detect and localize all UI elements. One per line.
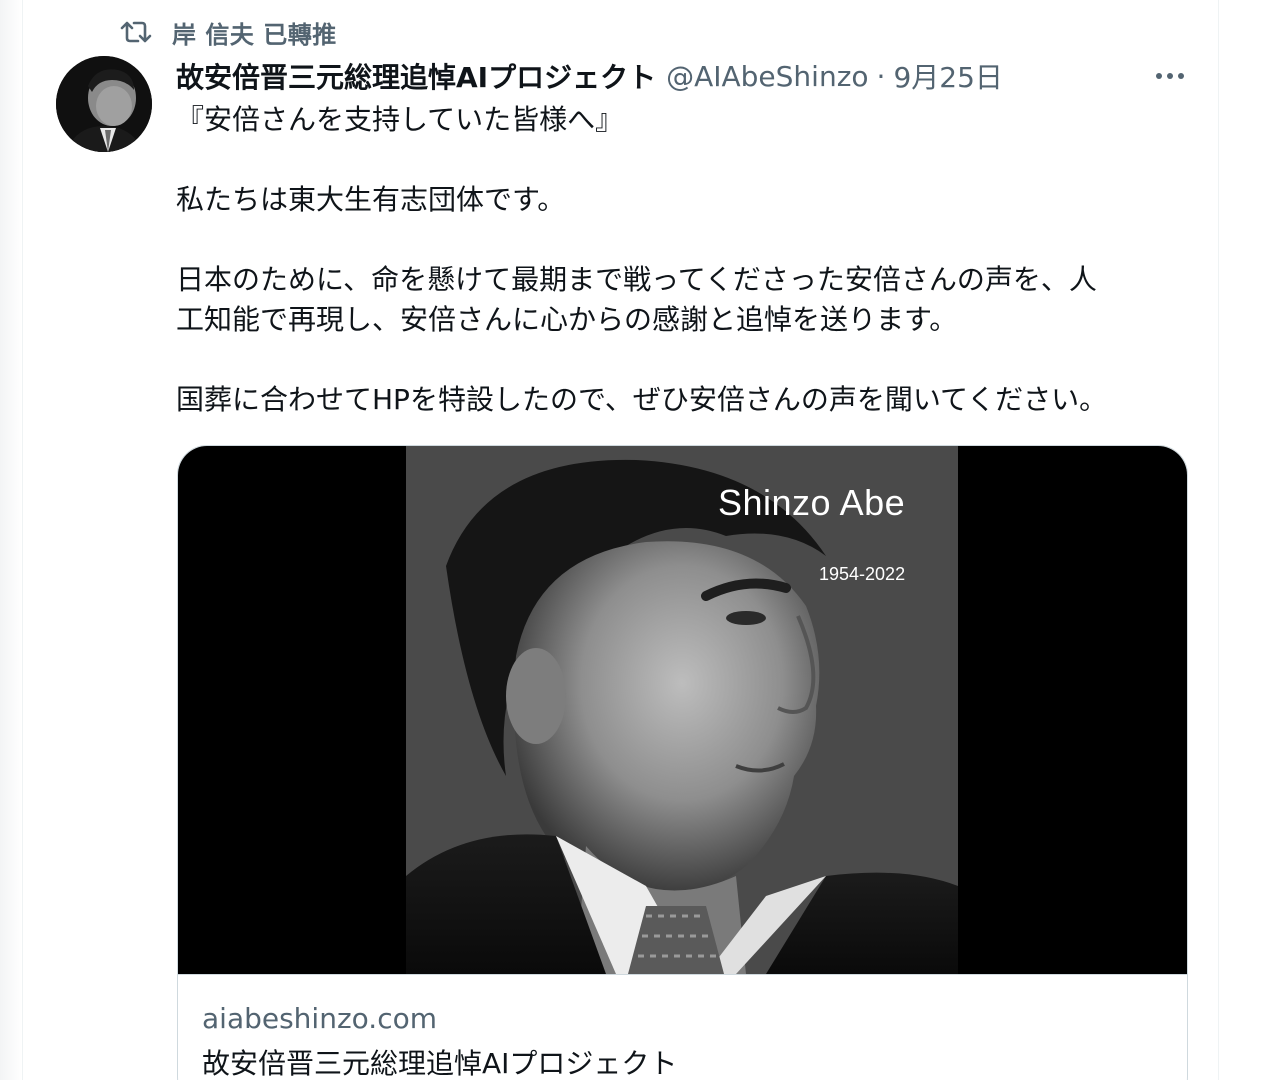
card-image-title: Shinzo Abe xyxy=(718,482,906,523)
right-gutter xyxy=(1219,0,1282,1080)
tweet-date[interactable]: 9月25日 xyxy=(893,56,1002,96)
card-image[interactable]: Shinzo Abe 1954-2022 xyxy=(178,446,1187,975)
more-horizontal-icon xyxy=(1156,73,1162,79)
tweet-header: 故安倍晋三元総理追悼AIプロジェクト @AIAbeShinzo · 9月25日 xyxy=(176,54,1186,98)
tweet-page: 岸 信夫 已轉推 故安倍晋三元総理追悼AIプロジェクト @AIAbeShinzo… xyxy=(0,0,1282,1080)
tweet-line: 工知能で再現し、安倍さんに心からの感謝と追悼を送ります。 xyxy=(176,303,958,336)
user-handle[interactable]: @AIAbeShinzo xyxy=(666,60,868,93)
tweet-line: 国葬に合わせてHPを特設したので、ぜひ安倍さんの声を聞いてください。 xyxy=(176,383,1108,416)
timeline-border-left xyxy=(22,0,23,1080)
card-title: 故安倍晋三元総理追悼AIプロジェクト xyxy=(202,1047,678,1080)
link-card[interactable]: Shinzo Abe 1954-2022 aiabeshinzo.com 故安倍… xyxy=(177,445,1188,1080)
card-image-years: 1954-2022 xyxy=(819,564,906,584)
separator-dot: · xyxy=(876,59,886,93)
tweet-line: 私たちは東大生有志団体です。 xyxy=(176,183,566,216)
left-edge xyxy=(0,0,22,1080)
tweet-line: 『安倍さんを支持していた皆様へ』 xyxy=(176,103,624,136)
card-domain: aiabeshinzo.com xyxy=(202,1002,437,1035)
tweet-text: 『安倍さんを支持していた皆様へ』 私たちは東大生有志団体です。 日本のために、命… xyxy=(176,100,1186,420)
retweet-context[interactable]: 岸 信夫 已轉推 xyxy=(118,12,337,52)
retweet-icon xyxy=(118,17,154,47)
more-options-button[interactable] xyxy=(1150,60,1190,92)
retweet-label: 岸 信夫 已轉推 xyxy=(172,20,337,49)
avatar[interactable] xyxy=(56,56,152,152)
portrait-photo xyxy=(406,446,958,974)
tweet-line: 日本のために、命を懸けて最期まで戦ってくださった安倍さんの声を、人 xyxy=(176,263,1097,296)
display-name[interactable]: 故安倍晋三元総理追悼AIプロジェクト xyxy=(176,56,656,96)
